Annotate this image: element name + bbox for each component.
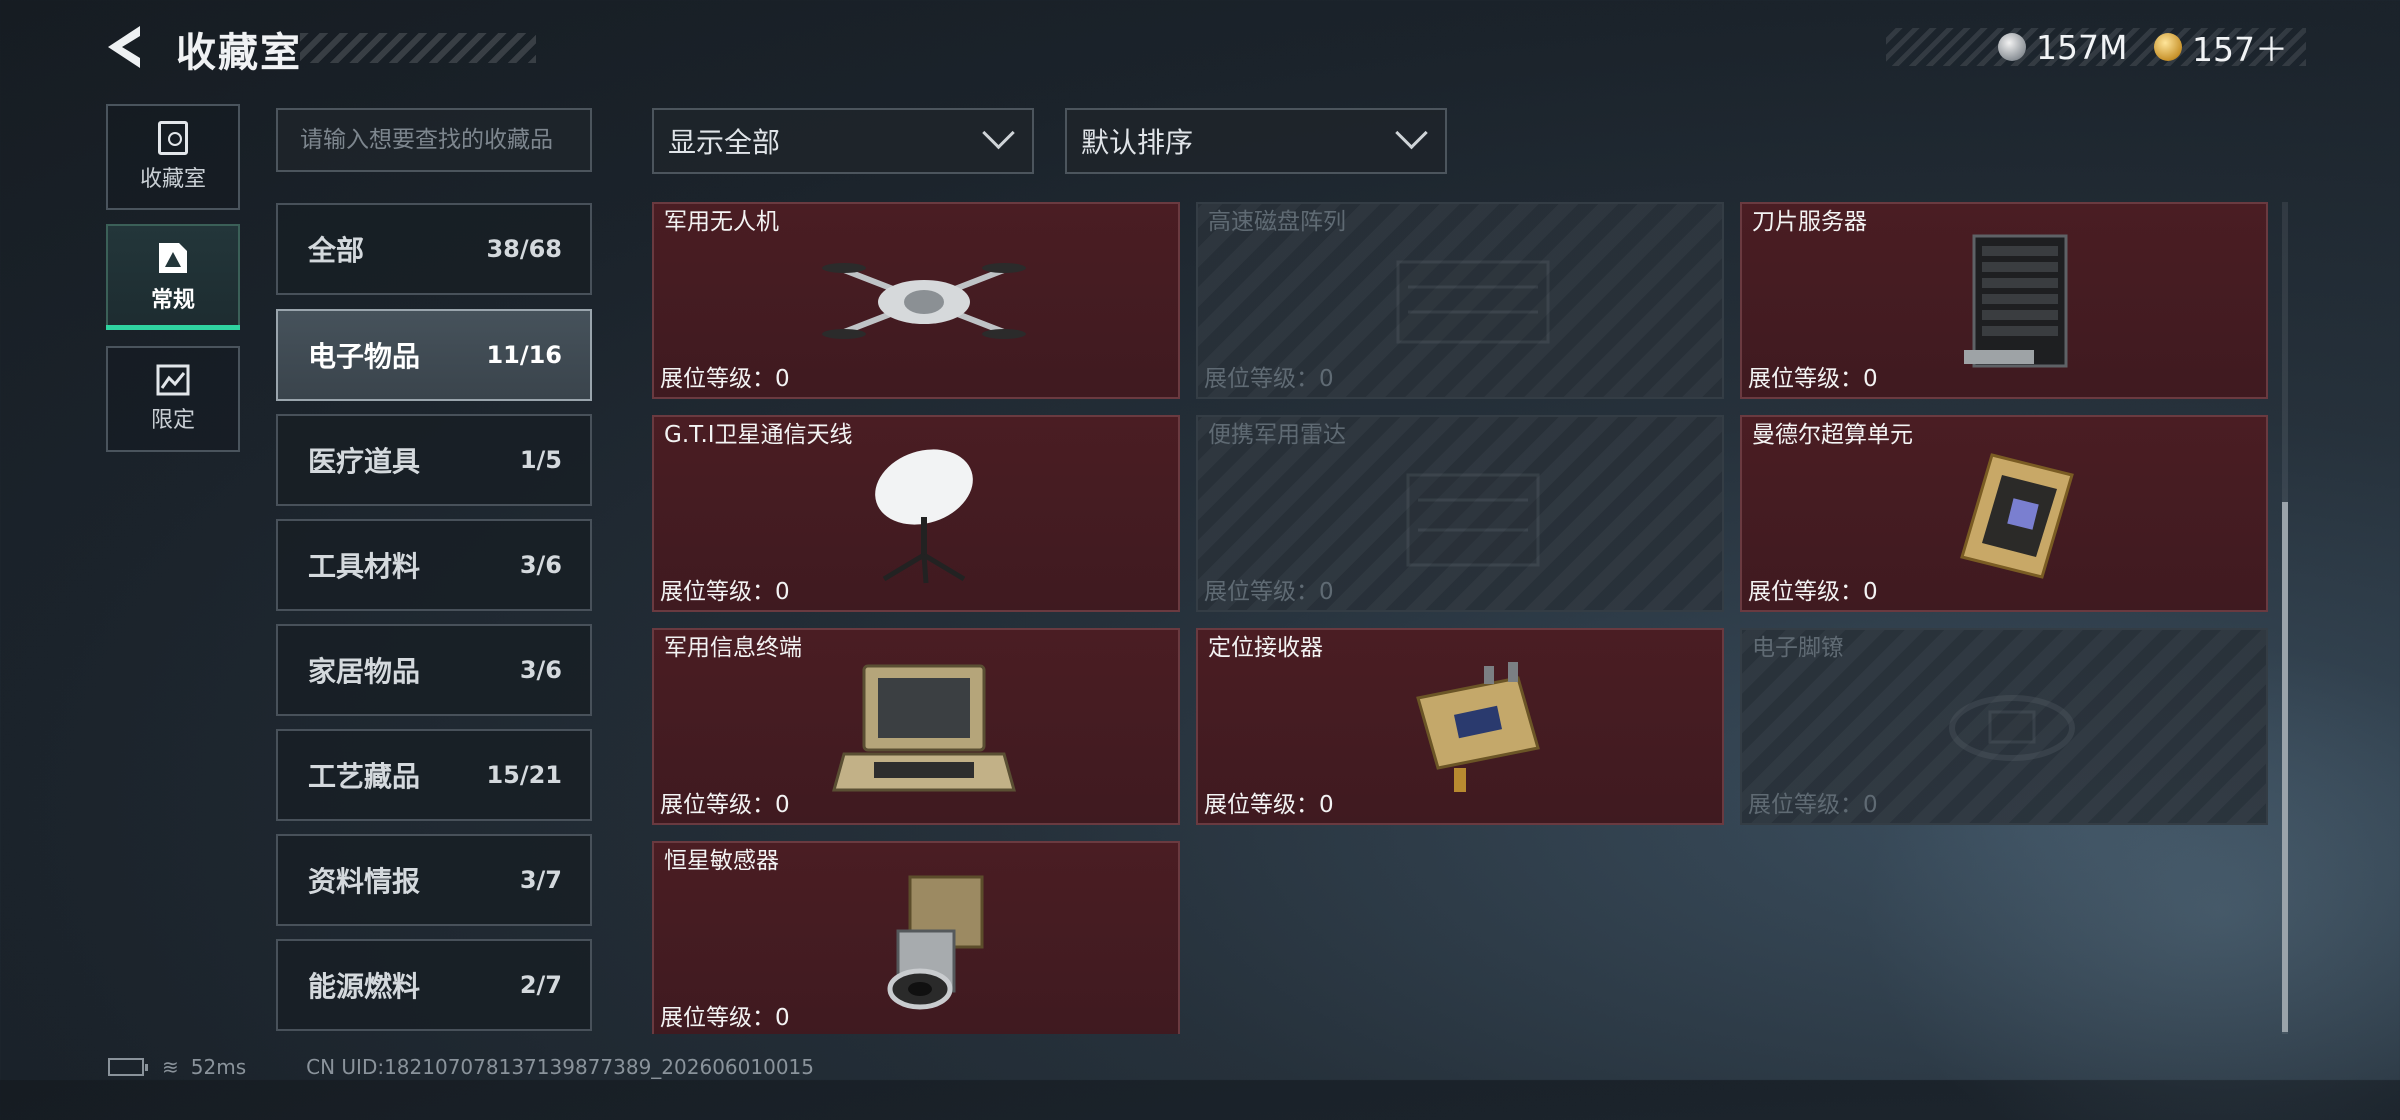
category-count: 3/6 bbox=[519, 656, 562, 684]
blade-server-icon bbox=[1964, 234, 2068, 368]
item-name: 军用无人机 bbox=[664, 209, 779, 235]
page-title: 收藏室 bbox=[176, 30, 302, 76]
satellite-dish-icon bbox=[875, 449, 973, 584]
item-name: 电子脚镣 bbox=[1752, 635, 1844, 661]
gps-receiver-icon bbox=[1416, 662, 1540, 792]
electronic-shackle-icon bbox=[1949, 695, 2075, 761]
back-arrow-icon bbox=[108, 26, 140, 68]
mode-tab-vault[interactable]: 收藏室 bbox=[106, 104, 240, 210]
item-name: 刀片服务器 bbox=[1752, 209, 1867, 235]
limited-collection-icon bbox=[156, 364, 190, 396]
item-card-blade-server[interactable]: 刀片服务器 展位等级：0 bbox=[1740, 202, 2268, 399]
currency-gold-value: 157＋ bbox=[2192, 30, 2288, 69]
regular-collection-icon bbox=[159, 243, 187, 273]
category-energy[interactable]: 能源燃料 2/7 bbox=[276, 939, 592, 1031]
category-count: 11/16 bbox=[486, 341, 562, 369]
wifi-icon: ≋ bbox=[162, 1055, 179, 1079]
military-drone-icon bbox=[822, 263, 1026, 339]
mode-tab-label: 收藏室 bbox=[139, 167, 206, 192]
category-medical[interactable]: 医疗道具 1/5 bbox=[276, 414, 592, 506]
category-name: 能源燃料 bbox=[308, 970, 421, 1003]
display-filter-dropdown[interactable]: 显示全部 bbox=[652, 108, 1034, 174]
supercomputer-unit-icon bbox=[1960, 453, 2074, 579]
chevron-down-icon bbox=[982, 116, 1015, 149]
category-crafts[interactable]: 工艺藏品 15/21 bbox=[276, 729, 592, 821]
search-input[interactable] bbox=[276, 108, 592, 172]
category-name: 电子物品 bbox=[308, 340, 421, 373]
category-tools[interactable]: 工具材料 3/6 bbox=[276, 519, 592, 611]
item-name: 便携军用雷达 bbox=[1208, 422, 1346, 448]
sort-dropdown[interactable]: 默认排序 bbox=[1065, 108, 1447, 174]
category-count: 3/7 bbox=[519, 866, 562, 894]
item-card-portable-radar[interactable]: 便携军用雷达 展位等级：0 bbox=[1196, 415, 1724, 612]
item-level: 展位等级：0 bbox=[1748, 792, 1878, 818]
star-sensor-icon bbox=[887, 875, 984, 1010]
item-name: 高速磁盘阵列 bbox=[1208, 209, 1346, 235]
chevron-down-icon bbox=[1395, 116, 1428, 149]
item-name: 定位接收器 bbox=[1208, 635, 1323, 661]
category-count: 3/6 bbox=[519, 551, 562, 579]
item-card-gps-receiver[interactable]: 定位接收器 展位等级：0 bbox=[1196, 628, 1724, 825]
gold-coin-icon bbox=[2154, 33, 2182, 61]
battery-icon bbox=[108, 1058, 148, 1076]
category-count: 1/5 bbox=[519, 446, 562, 474]
item-level: 展位等级：0 bbox=[1204, 792, 1334, 818]
grid-scrollbar[interactable] bbox=[2282, 202, 2288, 1034]
item-level: 展位等级：0 bbox=[660, 579, 790, 605]
item-name: G.T.I卫星通信天线 bbox=[664, 422, 853, 448]
category-all[interactable]: 全部 38/68 bbox=[276, 203, 592, 295]
back-button[interactable] bbox=[100, 22, 156, 72]
currency-silver-value: 157M bbox=[2036, 27, 2128, 67]
mode-tab-label: 常规 bbox=[150, 288, 195, 313]
item-card-satellite-antenna[interactable]: G.T.I卫星通信天线 展位等级：0 bbox=[652, 415, 1180, 612]
item-name: 军用信息终端 bbox=[664, 635, 802, 661]
sort-value: 默认排序 bbox=[1081, 126, 1194, 159]
vault-icon bbox=[158, 121, 188, 155]
item-card-military-drone[interactable]: 军用无人机 展位等级：0 bbox=[652, 202, 1180, 399]
item-name: 恒星敏感器 bbox=[664, 848, 779, 874]
category-intel[interactable]: 资料情报 3/7 bbox=[276, 834, 592, 926]
disk-array-icon bbox=[1396, 260, 1550, 344]
category-name: 工艺藏品 bbox=[308, 760, 421, 793]
currency-silver: 157M bbox=[1998, 26, 2127, 68]
category-name: 工具材料 bbox=[308, 550, 421, 583]
category-count: 15/21 bbox=[486, 761, 562, 789]
mode-tab-label: 限定 bbox=[150, 408, 195, 433]
item-level: 展位等级：0 bbox=[660, 792, 790, 818]
item-card-star-sensor[interactable]: 恒星敏感器 展位等级：0 bbox=[652, 841, 1180, 1034]
item-level: 展位等级：0 bbox=[660, 366, 790, 392]
item-name: 曼德尔超算单元 bbox=[1752, 422, 1913, 448]
silver-coin-icon bbox=[1998, 33, 2026, 61]
item-level: 展位等级：0 bbox=[1748, 579, 1878, 605]
category-household[interactable]: 家居物品 3/6 bbox=[276, 624, 592, 716]
item-card-disk-array[interactable]: 高速磁盘阵列 展位等级：0 bbox=[1196, 202, 1724, 399]
mode-tab-limited[interactable]: 限定 bbox=[106, 346, 240, 452]
military-terminal-icon bbox=[832, 664, 1016, 792]
collection-grid[interactable]: 军用无人机 展位等级：0 高速磁盘阵列 展位等级：0 刀片服务器 展位等级：0 … bbox=[652, 202, 2268, 1034]
grid-scrollbar-thumb[interactable] bbox=[2282, 502, 2288, 1032]
category-name: 医疗道具 bbox=[308, 445, 421, 478]
item-level: 展位等级：0 bbox=[660, 1005, 790, 1031]
mode-tab-regular[interactable]: 常规 bbox=[106, 224, 240, 330]
item-level: 展位等级：0 bbox=[1204, 366, 1334, 392]
ping-value: 52ms bbox=[190, 1055, 247, 1079]
category-name: 全部 bbox=[308, 234, 365, 267]
category-count: 2/7 bbox=[519, 971, 562, 999]
item-card-military-terminal[interactable]: 军用信息终端 展位等级：0 bbox=[652, 628, 1180, 825]
portable-radar-icon bbox=[1406, 473, 1540, 567]
item-level: 展位等级：0 bbox=[1748, 366, 1878, 392]
category-name: 资料情报 bbox=[308, 865, 421, 898]
uid-text: CN UID:1821070781371398773​89_2026060100… bbox=[306, 1055, 814, 1079]
item-card-electronic-shackle[interactable]: 电子脚镣 展位等级：0 bbox=[1740, 628, 2268, 825]
category-electronics[interactable]: 电子物品 11/16 bbox=[276, 309, 592, 401]
status-footer: ≋ 52ms CN UID:1821070781371398773​89_202… bbox=[108, 1054, 814, 1080]
currency-gold[interactable]: 157＋ bbox=[2154, 26, 2288, 69]
title-decoration bbox=[300, 33, 536, 63]
item-level: 展位等级：0 bbox=[1204, 579, 1334, 605]
category-name: 家居物品 bbox=[308, 655, 421, 688]
category-count: 38/68 bbox=[486, 235, 562, 263]
display-filter-value: 显示全部 bbox=[668, 126, 781, 159]
item-card-supercomputer-unit[interactable]: 曼德尔超算单元 展位等级：0 bbox=[1740, 415, 2268, 612]
